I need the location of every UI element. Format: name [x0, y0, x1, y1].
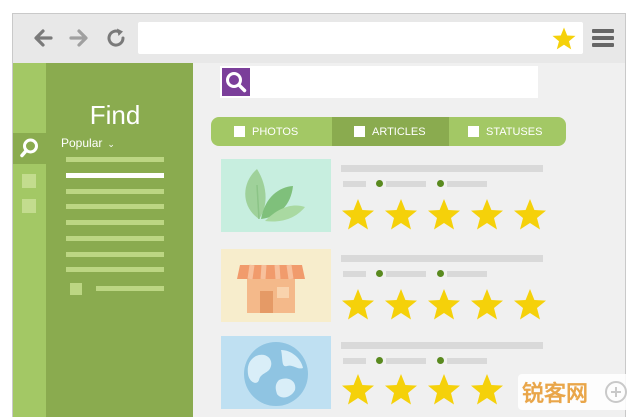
sidebar-list-item[interactable]: [66, 204, 164, 209]
watermark-graphic: 锐客网: [518, 374, 634, 410]
forward-button[interactable]: [65, 25, 91, 51]
meta-dot: [376, 357, 383, 364]
bookmark-button[interactable]: [551, 26, 577, 52]
popular-dropdown-label: Popular: [61, 136, 103, 150]
sidebar-checkbox[interactable]: [70, 283, 82, 295]
meta-dot: [437, 180, 444, 187]
sidebar-list-item[interactable]: [66, 267, 164, 272]
result-title-placeholder[interactable]: [341, 255, 543, 262]
sidebar-checkbox-label: [96, 286, 164, 291]
rail-search-button[interactable]: [13, 133, 46, 164]
hamburger-menu-icon: [592, 29, 614, 47]
sidebar-list-item[interactable]: [66, 252, 164, 257]
shop-image: [237, 264, 305, 313]
search-input[interactable]: [220, 66, 538, 98]
result-meta-placeholder: [447, 358, 487, 364]
star-icon[interactable]: [340, 198, 376, 232]
sidebar-list-item[interactable]: [66, 157, 164, 162]
rail-item-2[interactable]: [22, 199, 36, 213]
tab-checkbox: [234, 126, 245, 137]
result-meta-placeholder: [386, 271, 426, 277]
result-meta-placeholder: [343, 181, 366, 187]
star-icon[interactable]: [383, 373, 419, 407]
result-meta-placeholder: [386, 181, 426, 187]
star-icon[interactable]: [340, 373, 376, 407]
address-bar[interactable]: [138, 22, 583, 54]
star-icon[interactable]: [383, 288, 419, 322]
leaves-image: [245, 169, 305, 222]
tab-label: STATUSES: [486, 125, 543, 138]
globe-image: [244, 342, 308, 406]
rating-stars: [340, 288, 550, 324]
tab-articles[interactable]: ARTICLES: [332, 117, 449, 146]
rail-item-1[interactable]: [22, 174, 36, 188]
star-icon[interactable]: [469, 288, 505, 322]
result-thumbnail[interactable]: [221, 336, 331, 409]
back-button[interactable]: [31, 25, 57, 51]
tab-label: PHOTOS: [252, 125, 299, 138]
tab-checkbox: [354, 126, 365, 137]
sidebar-list-item-active[interactable]: [66, 173, 164, 178]
tab-checkbox: [468, 126, 479, 137]
popular-dropdown[interactable]: Popular ⌄: [61, 136, 115, 150]
tab-label: ARTICLES: [372, 125, 426, 138]
star-icon[interactable]: [340, 288, 376, 322]
star-icon[interactable]: [512, 198, 548, 232]
result-title-placeholder[interactable]: [341, 165, 543, 172]
reload-button[interactable]: [103, 25, 129, 51]
watermark-text: 锐客网: [522, 381, 588, 407]
star-icon[interactable]: [426, 288, 462, 322]
result-meta-placeholder: [343, 358, 366, 364]
star-icon[interactable]: [426, 198, 462, 232]
star-icon[interactable]: [469, 198, 505, 232]
result-meta-placeholder: [447, 181, 487, 187]
star-icon: [552, 27, 576, 50]
meta-dot: [376, 180, 383, 187]
reload-icon: [107, 28, 125, 47]
sidebar-title: Find: [89, 100, 141, 130]
watermark: 锐客网: [518, 372, 634, 412]
star-icon[interactable]: [383, 198, 419, 232]
meta-dot: [437, 357, 444, 364]
result-meta-placeholder: [343, 271, 366, 277]
search-icon: [20, 138, 38, 158]
meta-dot: [437, 270, 444, 277]
rating-stars: [340, 198, 550, 234]
sidebar-list-item[interactable]: [66, 236, 164, 241]
result-title-placeholder[interactable]: [341, 342, 543, 349]
search-icon: [226, 72, 247, 93]
tab-statuses[interactable]: STATUSES: [449, 117, 566, 146]
arrow-left-icon: [34, 29, 53, 47]
icon-rail: [13, 63, 46, 417]
star-icon[interactable]: [469, 373, 505, 407]
star-icon[interactable]: [426, 373, 462, 407]
search-button[interactable]: [222, 68, 250, 96]
meta-dot: [376, 270, 383, 277]
sidebar-list-item[interactable]: [66, 189, 164, 194]
result-meta-placeholder: [386, 358, 426, 364]
tab-photos[interactable]: PHOTOS: [211, 117, 332, 146]
content-tabs: PHOTOS ARTICLES STATUSES: [211, 117, 566, 146]
arrow-right-icon: [69, 29, 88, 47]
result-thumbnail[interactable]: [221, 159, 331, 232]
star-icon[interactable]: [512, 288, 548, 322]
chevron-down-icon: ⌄: [107, 139, 115, 149]
result-meta-placeholder: [447, 271, 487, 277]
result-thumbnail[interactable]: [221, 249, 331, 322]
sidebar-list-item[interactable]: [66, 220, 164, 225]
menu-button[interactable]: [590, 26, 616, 50]
